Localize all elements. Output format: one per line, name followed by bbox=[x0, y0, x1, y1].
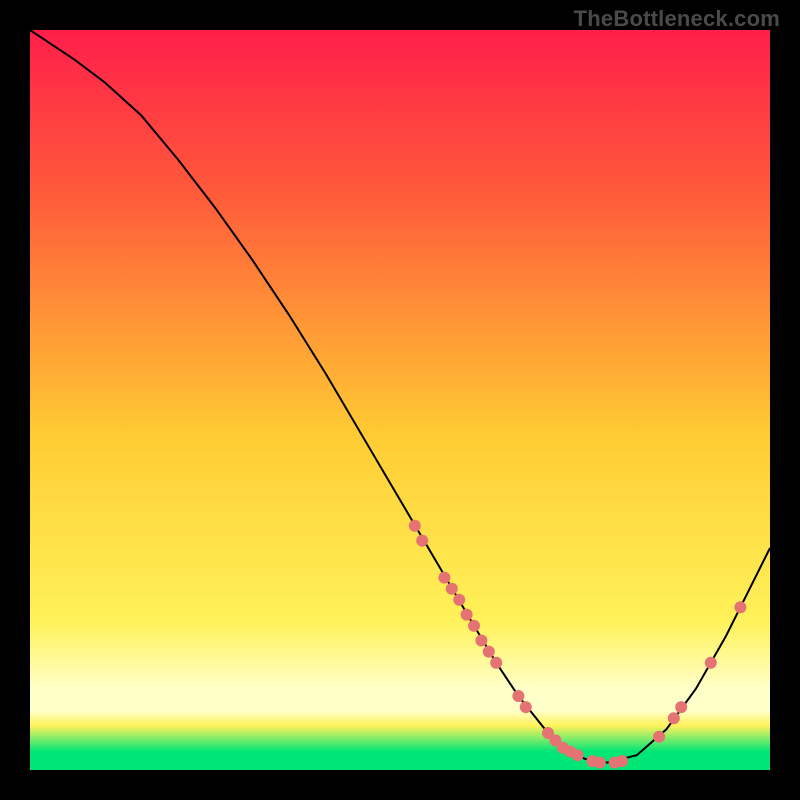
curve-marker bbox=[594, 757, 606, 769]
curve-marker bbox=[468, 620, 480, 632]
curve-marker bbox=[675, 701, 687, 713]
curve-marker bbox=[446, 583, 458, 595]
curve-marker bbox=[705, 657, 717, 669]
curve-marker bbox=[512, 690, 524, 702]
watermark-label: TheBottleneck.com bbox=[574, 6, 780, 32]
curve-marker bbox=[572, 749, 584, 761]
gradient-background bbox=[30, 30, 770, 770]
curve-marker bbox=[416, 535, 428, 547]
curve-marker bbox=[461, 609, 473, 621]
curve-marker bbox=[453, 594, 465, 606]
curve-marker bbox=[734, 601, 746, 613]
curve-marker bbox=[438, 572, 450, 584]
chart-stage: TheBottleneck.com bbox=[0, 0, 800, 800]
curve-marker bbox=[475, 635, 487, 647]
curve-marker bbox=[520, 701, 532, 713]
curve-marker bbox=[616, 755, 628, 767]
curve-marker bbox=[668, 712, 680, 724]
curve-marker bbox=[409, 520, 421, 532]
bottleneck-plot bbox=[30, 30, 770, 770]
curve-marker bbox=[483, 646, 495, 658]
curve-marker bbox=[653, 731, 665, 743]
curve-marker bbox=[490, 657, 502, 669]
